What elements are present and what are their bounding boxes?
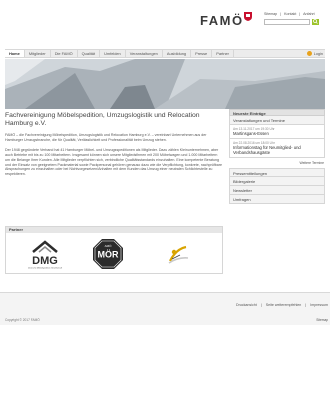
login-icon — [306, 51, 312, 56]
search-button[interactable] — [312, 19, 319, 25]
copyright-text: Copyright © 2017 FAMÖ — [5, 318, 40, 322]
about-paragraph: Der 1948 gegründete Verband hat 41 Hambu… — [5, 147, 222, 177]
top-link-separator: | — [299, 12, 301, 16]
moer-logo-text: MÖR — [98, 250, 119, 260]
sidebar: Neueste Einträge Veranstaltungen und Ter… — [229, 109, 325, 204]
famo-logo[interactable]: FAMÖ — [200, 13, 244, 28]
page-title: Fachvereinigung Möbelspedition, Umzugslo… — [5, 112, 200, 127]
top-link-anfahrt[interactable]: Anfahrt — [303, 12, 315, 16]
nav-item-mitglieder[interactable]: Mitglieder — [25, 50, 51, 57]
news-post-title[interactable]: Martinsgans-Essen — [233, 131, 321, 136]
header: FAMÖ Sitemap | Kontakt | Anfahrt — [0, 0, 330, 44]
crest-icon — [244, 12, 252, 21]
more-events-link[interactable]: Weitere Termine — [229, 158, 325, 168]
news-post-title[interactable]: Informationstag für Neumitglied- und Ver… — [233, 145, 321, 155]
dmg-logo-subtext: Deutsche Möbelspedition Gesellschaft — [28, 267, 62, 270]
intro-paragraph: FAMÖ – die Fachvereinigung Möbelspeditio… — [5, 133, 207, 142]
login-button[interactable]: Login — [306, 51, 325, 56]
top-links: Sitemap | Kontakt | Anfahrt — [264, 12, 317, 16]
footer-link-impressum[interactable]: Impressum — [310, 303, 328, 307]
news-post[interactable]: Am 13.11.2017 um 19:30 Uhr Martinsgans-E… — [229, 125, 325, 139]
partner-logo-moer[interactable]: MÖR AMÖ — [92, 238, 124, 270]
dmg-logo-icon: DMG Deutsche Möbelspedition Gesellschaft — [28, 240, 62, 270]
page: FAMÖ Sitemap | Kontakt | Anfahrt Home Mi… — [0, 0, 330, 396]
partner-logo-dmg[interactable]: DMG Deutsche Möbelspedition Gesellschaft — [25, 240, 65, 270]
sidebar-link-umfragen[interactable]: Umfragen — [229, 195, 325, 204]
footer-link-weiterempfehlen[interactable]: Seite weiterempfehlen — [266, 303, 302, 307]
news-subheader[interactable]: Veranstaltungen und Termine — [229, 116, 325, 125]
footer-link-druckansicht[interactable]: Druckansicht — [236, 303, 257, 307]
nav-item-home[interactable]: Home — [5, 50, 25, 57]
sidebar-link-pressemitteilungen[interactable]: Pressemitteilungen — [229, 168, 325, 177]
dmg-logo-text: DMG — [32, 255, 58, 267]
login-label: Login — [313, 51, 323, 56]
footer: Druckansicht | Seite weiterempfehlen | I… — [0, 292, 330, 325]
search-input[interactable] — [264, 19, 310, 25]
sidebar-link-bildergalerie[interactable]: Bildergalerie — [229, 177, 325, 186]
partner-three-logo-icon — [168, 245, 189, 264]
partner-box: Partner DMG Deutsche Möbelspedition Gese… — [5, 226, 223, 274]
footer-link-separator: | — [305, 303, 307, 307]
news-header: Neueste Einträge — [229, 109, 325, 116]
nav-item-presse[interactable]: Presse — [191, 50, 213, 57]
nav-item-partner[interactable]: Partner — [212, 50, 234, 57]
moer-logo-icon: MÖR AMÖ — [93, 239, 123, 269]
nav-item-qualitaet[interactable]: Qualität — [78, 50, 101, 57]
main-nav: Home Mitglieder Die FAMÖ Qualität Umfeld… — [5, 49, 325, 58]
sidebar-link-newsletter[interactable]: Newsletter — [229, 186, 325, 195]
nav-item-veranstaltungen[interactable]: Veranstaltungen — [126, 50, 163, 57]
partner-header: Partner — [6, 227, 222, 233]
hero-image — [5, 59, 325, 109]
nav-item-ausbildung[interactable]: Ausbildung — [163, 50, 192, 57]
moer-logo-subtext: AMÖ — [105, 244, 113, 248]
footer-link-separator: | — [260, 303, 262, 307]
news-post[interactable]: Am 22.08.2016 um 18:00 Uhr Informationst… — [229, 139, 325, 158]
footer-sitemap-link[interactable]: Sitemap — [316, 318, 328, 322]
main-content: Fachvereinigung Möbelspedition, Umzugslo… — [5, 112, 223, 182]
top-link-kontakt[interactable]: Kontakt — [284, 12, 296, 16]
top-link-separator: | — [280, 12, 282, 16]
search-icon — [313, 19, 318, 25]
top-link-sitemap[interactable]: Sitemap — [264, 12, 277, 16]
footer-links: Druckansicht | Seite weiterempfehlen | I… — [233, 303, 328, 307]
nav-item-umfelden[interactable]: Umfelden — [100, 50, 126, 57]
hero-banner — [5, 59, 325, 109]
nav-item-die-famo[interactable]: Die FAMÖ — [51, 50, 78, 57]
partner-logo-three[interactable] — [166, 243, 190, 265]
